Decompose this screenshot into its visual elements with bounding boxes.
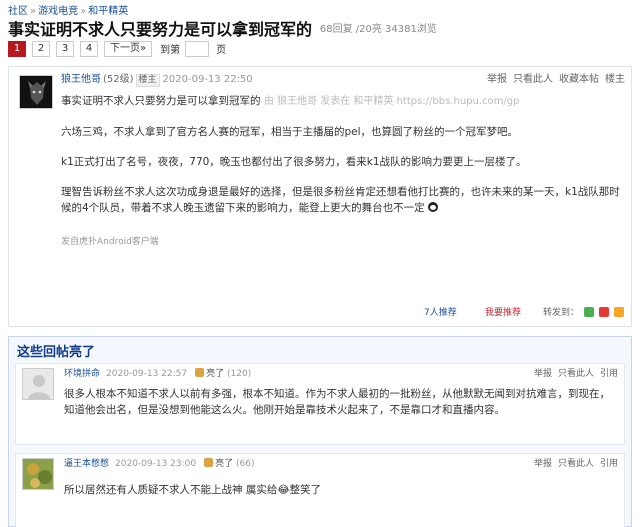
reply-author-link[interactable]: 环境拼命 xyxy=(64,369,100,379)
reply-header: 逼王本憋憋 2020-09-13 23:00 亮了 (66) 举报 只看此人 引用 xyxy=(64,456,618,470)
share-row: 转发到： xyxy=(543,305,624,318)
post-paragraph: k1正式打出了名号，夜夜，770，晚玉也都付出了很多努力，看来k1战队的影响力要… xyxy=(61,156,527,168)
page-3-button[interactable]: 3 xyxy=(56,40,74,57)
post-paragraph: 理智告诉粉丝不求人这次功成身退是最好的选择，但是很多粉丝肯定还想看他打比赛的，也… xyxy=(61,186,620,214)
share-label: 转发到： xyxy=(543,308,580,318)
breadcrumb: 社区» 游戏电竞» 和平精英 xyxy=(8,2,128,17)
wechat-share-icon[interactable] xyxy=(583,307,594,317)
reply-time: 2020-09-13 22:57 xyxy=(106,369,188,379)
post-body-title: 事实证明不求人只要努力是可以拿到冠军的 xyxy=(61,95,261,107)
light-button[interactable]: 亮了 (120) xyxy=(195,368,252,379)
light-button[interactable]: 亮了 (66) xyxy=(204,458,255,469)
title-row: 事实证明不求人只要努力是可以拿到冠军的 68回复 /20亮 34381浏览 xyxy=(8,16,437,40)
weibo-share-icon[interactable] xyxy=(598,307,609,317)
report-link[interactable]: 举报 xyxy=(534,459,552,469)
recommend-button[interactable]: 我要推荐 xyxy=(485,305,521,318)
recommend-count[interactable]: 7人推荐 xyxy=(424,305,457,318)
quote-link[interactable]: 引用 xyxy=(600,369,618,379)
light-icon xyxy=(195,368,205,377)
light-count: (120) xyxy=(227,369,252,379)
thread-stats: 68回复 /20亮 34381浏览 xyxy=(319,24,437,35)
post-body: 事实证明不求人只要努力是可以拿到冠军的 由 狼王他哥 发表在 和平精英 http… xyxy=(61,93,627,250)
goto-page-input[interactable] xyxy=(185,40,210,57)
reply-avatar[interactable] xyxy=(22,368,54,400)
op-badge: 楼主 xyxy=(135,74,160,87)
default-avatar-icon xyxy=(23,369,53,399)
only-this-user-link[interactable]: 只看此人 xyxy=(558,369,594,379)
light-label: 亮了 xyxy=(215,459,234,469)
favorite-link[interactable]: 收藏本帖 xyxy=(559,74,599,85)
light-count: (66) xyxy=(236,459,255,469)
floor-link[interactable]: 楼主 xyxy=(605,74,625,85)
page-2-button[interactable]: 2 xyxy=(32,40,50,57)
post-body-title-line: 事实证明不求人只要努力是可以拿到冠军的 由 狼王他哥 发表在 和平精英 http… xyxy=(61,93,627,110)
wolf-avatar-icon xyxy=(20,76,52,108)
author-avatar[interactable] xyxy=(19,75,53,109)
page-4-button[interactable]: 4 xyxy=(80,40,98,57)
quote-link[interactable]: 引用 xyxy=(600,459,618,469)
hot-replies-title: 这些回帖亮了 xyxy=(17,345,96,360)
post-author-link[interactable]: 狼王他哥 xyxy=(61,74,101,85)
post-paragraph-3: 理智告诉粉丝不求人这次功成身退是最好的选择，但是很多粉丝肯定还想看他打比赛的，也… xyxy=(61,184,627,216)
report-link[interactable]: 举报 xyxy=(487,74,507,85)
emoji-icon xyxy=(428,202,439,212)
reply-body: 所以居然还有人质疑不求人不能上战神 属实给😂整笑了 xyxy=(64,484,322,496)
author-level: (52级) xyxy=(103,74,134,85)
light-label: 亮了 xyxy=(206,369,225,379)
page-title: 事实证明不求人只要努力是可以拿到冠军的 xyxy=(8,20,313,39)
main-post: 狼王他哥 (52级) 楼主 2020-09-13 22:50 举报 只看此人 收藏本帖 楼主… xyxy=(8,66,632,327)
pagination: 1 2 3 4 下一页» 到第 页 xyxy=(8,40,226,57)
reply-header: 环境拼命 2020-09-13 22:57 亮了 (120) 举报 只看此人 引用 xyxy=(64,366,618,380)
hot-reply-1: 环境拼命 2020-09-13 22:57 亮了 (120) 举报 只看此人 引用 很多… xyxy=(15,363,625,445)
qzone-share-icon[interactable] xyxy=(613,307,624,317)
reply-body: 很多人根本不知道不求人以前有多强，根本不知道。作为不求人最初的一批粉丝，从他默默… xyxy=(64,388,610,416)
reply-actions: 举报 只看此人 引用 xyxy=(534,456,618,469)
reply-author-link[interactable]: 逼王本憋憋 xyxy=(64,459,109,469)
page-1-button[interactable]: 1 xyxy=(8,40,26,57)
photo-avatar-icon xyxy=(23,459,53,489)
post-actions: 举报 只看此人 收藏本帖 楼主 xyxy=(487,70,625,85)
light-icon xyxy=(204,458,214,467)
only-this-user-link[interactable]: 只看此人 xyxy=(513,74,553,85)
post-source: 由 狼王他哥 发表在 和平精英 https://bbs.hupu.com/gp xyxy=(263,96,520,107)
goto-suffix: 页 xyxy=(216,45,227,56)
only-this-user-link[interactable]: 只看此人 xyxy=(558,459,594,469)
post-footer: 7人推荐 我要推荐 转发到： xyxy=(9,303,631,321)
post-client-source: 发自虎扑Android客户端 xyxy=(61,237,159,247)
reply-actions: 举报 只看此人 引用 xyxy=(534,366,618,379)
reply-time: 2020-09-13 23:00 xyxy=(115,459,197,469)
post-time: 2020-09-13 22:50 xyxy=(162,74,253,85)
next-page-button[interactable]: 下一页» xyxy=(104,40,153,57)
post-header: 狼王他哥 (52级) 楼主 2020-09-13 22:50 举报 只看此人 收藏本帖 楼主 xyxy=(61,70,625,87)
post-paragraph: 六场三鸡，不求人拿到了官方名人赛的冠军，相当于主播届的pel，也算圆了粉丝的一个… xyxy=(61,126,519,138)
report-link[interactable]: 举报 xyxy=(534,369,552,379)
reply-avatar[interactable] xyxy=(22,458,54,490)
goto-label: 到第 xyxy=(160,45,181,56)
hot-reply-2: 逼王本憋憋 2020-09-13 23:00 亮了 (66) 举报 只看此人 引用 所以… xyxy=(15,453,625,527)
hot-replies-section: 这些回帖亮了 环境拼命 2020-09-13 22:57 亮了 (120) 举报 只看… xyxy=(8,336,632,527)
